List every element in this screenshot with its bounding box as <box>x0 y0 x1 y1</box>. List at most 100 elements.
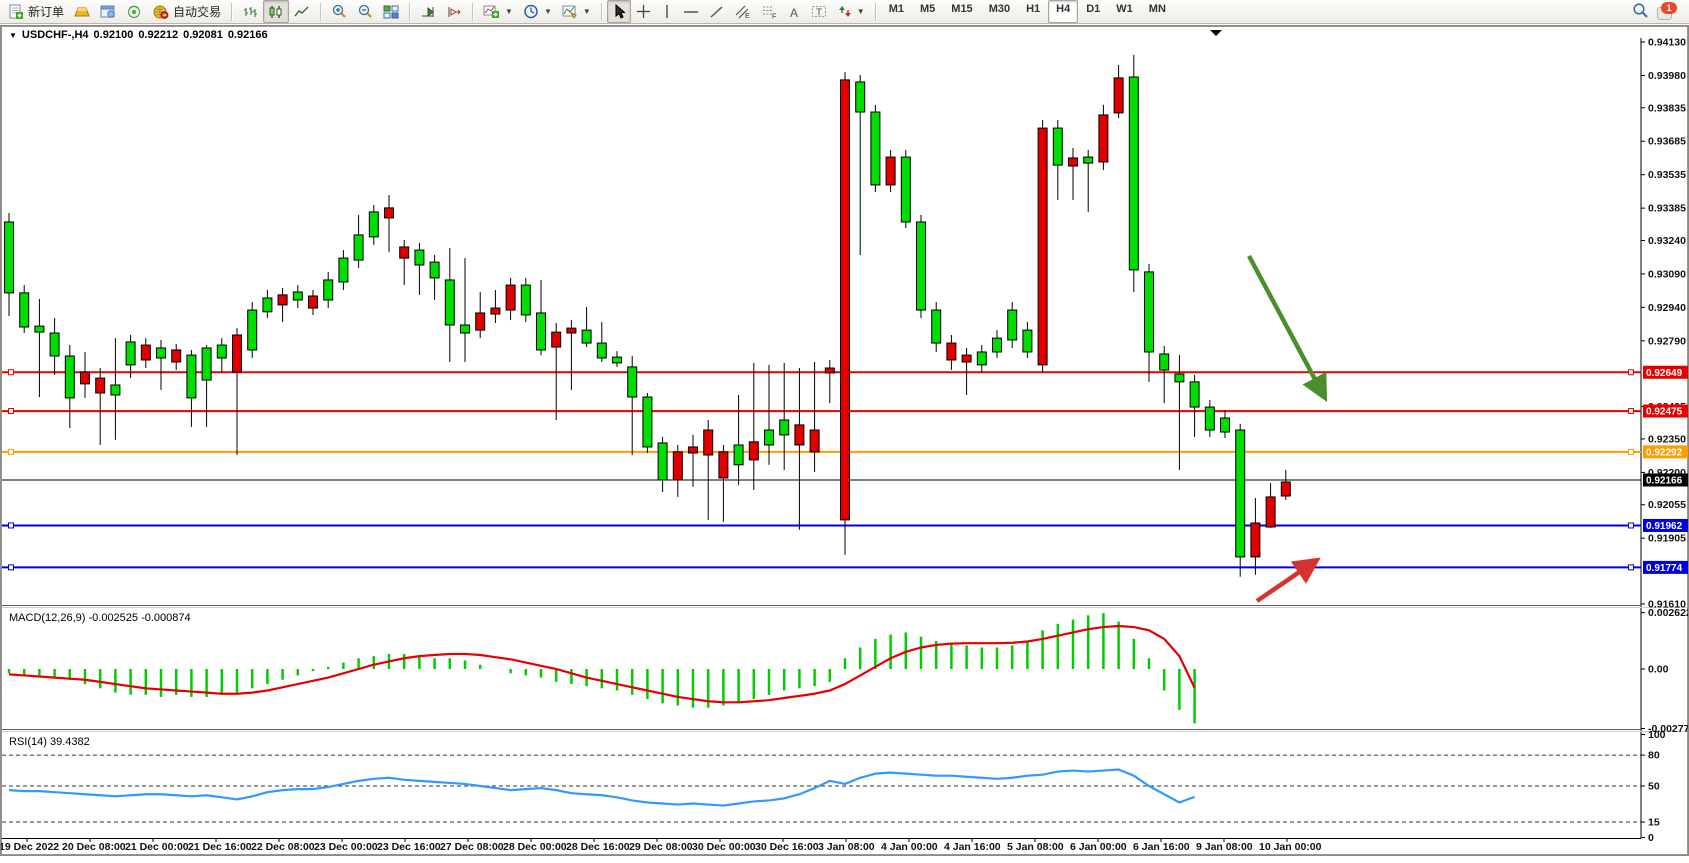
svg-text:4 Jan 16:00: 4 Jan 16:00 <box>944 841 1001 853</box>
svg-text:23 Dec 00:00: 23 Dec 00:00 <box>314 841 378 853</box>
text-icon: A <box>788 5 801 19</box>
toolbar-separator <box>409 3 410 21</box>
candle-chart-button[interactable] <box>263 0 289 23</box>
arrows-button[interactable]: ▼ <box>833 0 870 23</box>
svg-text:30 Dec 00:00: 30 Dec 00:00 <box>692 841 756 853</box>
svg-text:0.92292: 0.92292 <box>1646 447 1683 458</box>
svg-text:23 Dec 16:00: 23 Dec 16:00 <box>377 841 441 853</box>
cursor-button[interactable] <box>607 0 631 23</box>
chart-title: ▼ USDCHF-,H4 0.92100 0.92212 0.92081 0.9… <box>9 29 268 41</box>
rsi-indicator-label: RSI(14) 39.4382 <box>9 736 90 748</box>
svg-text:9 Jan 08:00: 9 Jan 08:00 <box>1196 841 1253 853</box>
vertical-line-icon <box>661 4 673 19</box>
ohlc-high: 0.92212 <box>138 29 178 41</box>
auto-scroll-button[interactable] <box>415 0 441 23</box>
toolbar-separator <box>472 3 473 21</box>
zoom-out-button[interactable] <box>352 0 378 23</box>
svg-text:0.92166: 0.92166 <box>1646 475 1683 486</box>
tile-windows-button[interactable] <box>378 0 404 23</box>
chevron-down-icon: ▼ <box>544 7 552 16</box>
rsi-name: RSI(14) <box>9 736 47 748</box>
svg-text:0.92790: 0.92790 <box>1648 335 1686 347</box>
signals-button[interactable] <box>121 0 147 23</box>
market-window-icon <box>100 5 116 19</box>
svg-text:T: T <box>816 8 822 19</box>
bar-chart-button[interactable] <box>237 0 263 23</box>
indicators-button[interactable]: ▼ <box>478 0 518 23</box>
clock-icon <box>523 4 539 19</box>
gold-bar-icon <box>74 5 90 19</box>
autotrade-button[interactable]: 自动交易 <box>147 0 226 23</box>
svg-text:19 Dec 2022: 19 Dec 2022 <box>1 841 59 853</box>
market-window-button[interactable] <box>95 0 121 23</box>
gold-bar-button[interactable] <box>69 0 95 23</box>
new-order-button[interactable]: 新订单 <box>3 0 69 23</box>
svg-text:0.93980: 0.93980 <box>1648 70 1686 82</box>
svg-text:0.92350: 0.92350 <box>1648 433 1686 445</box>
search-icon[interactable] <box>1632 2 1649 21</box>
horizontal-line-button[interactable] <box>678 0 704 23</box>
price-chart-canvas[interactable]: 0.941300.939800.938350.936850.935350.933… <box>1 26 1688 855</box>
fibonacci-icon: F <box>761 4 778 19</box>
vertical-line-button[interactable] <box>656 0 678 23</box>
timeframe-button-mn[interactable]: MN <box>1141 0 1174 23</box>
trendline-button[interactable] <box>704 0 729 23</box>
notification-count-badge: 1 <box>1661 2 1677 14</box>
svg-text:0.93090: 0.93090 <box>1648 268 1686 280</box>
svg-text:0.92940: 0.92940 <box>1648 302 1686 314</box>
svg-text:0.93535: 0.93535 <box>1648 169 1686 181</box>
timeframe-button-m5[interactable]: M5 <box>912 0 943 23</box>
cursor-icon <box>612 4 626 19</box>
svg-text:0.00: 0.00 <box>1648 664 1669 676</box>
timeframe-button-m30[interactable]: M30 <box>981 0 1018 23</box>
periods-button[interactable]: ▼ <box>518 0 557 23</box>
svg-text:0.93240: 0.93240 <box>1648 235 1686 247</box>
annotation-arrow <box>1249 256 1325 398</box>
toolbar-separator <box>875 3 876 21</box>
line-chart-button[interactable] <box>289 0 315 23</box>
templates-icon <box>562 4 578 19</box>
channel-button[interactable]: E <box>729 0 756 23</box>
timeframe-button-h1[interactable]: H1 <box>1018 0 1048 23</box>
svg-text:0.92475: 0.92475 <box>1646 407 1683 418</box>
crosshair-button[interactable] <box>631 0 656 23</box>
timeframe-button-d1[interactable]: D1 <box>1078 0 1108 23</box>
svg-text:29 Dec 08:00: 29 Dec 08:00 <box>629 841 693 853</box>
zoom-in-icon <box>331 4 347 19</box>
crosshair-icon <box>636 4 651 19</box>
trendline-icon <box>709 5 724 19</box>
svg-text:0.91905: 0.91905 <box>1648 533 1686 545</box>
timeframe-button-m15[interactable]: M15 <box>943 0 980 23</box>
timeframe-button-m1[interactable]: M1 <box>881 0 912 23</box>
timeframe-button-w1[interactable]: W1 <box>1108 0 1141 23</box>
annotation-arrow <box>1257 560 1317 601</box>
chevron-down-icon: ▼ <box>505 7 513 16</box>
svg-text:30 Dec 16:00: 30 Dec 16:00 <box>755 841 819 853</box>
chevron-down-icon: ▼ <box>583 7 591 16</box>
main-toolbar: 新订单 自动交易 <box>0 0 1689 24</box>
timeframe-button-h4[interactable]: H4 <box>1048 0 1078 23</box>
ohlc-low: 0.92081 <box>183 29 223 41</box>
chevron-down-icon[interactable]: ▼ <box>9 31 17 40</box>
templates-button[interactable]: ▼ <box>557 0 596 23</box>
chart-window[interactable]: ▼ USDCHF-,H4 0.92100 0.92212 0.92081 0.9… <box>0 25 1689 856</box>
zoom-in-button[interactable] <box>326 0 352 23</box>
tile-windows-icon <box>383 5 399 19</box>
channel-icon: E <box>734 4 751 19</box>
text-label-button[interactable]: T <box>806 0 833 23</box>
candle-chart-icon <box>268 5 284 19</box>
fibonacci-button[interactable]: F <box>756 0 783 23</box>
toolbar-separator <box>320 3 321 21</box>
svg-text:27 Dec 08:00: 27 Dec 08:00 <box>440 841 504 853</box>
notifications-button[interactable]: 1 <box>1657 4 1675 20</box>
svg-text:0.93685: 0.93685 <box>1648 136 1686 148</box>
svg-text:0.92055: 0.92055 <box>1648 499 1686 511</box>
signals-icon <box>126 5 142 19</box>
zoom-out-icon <box>357 4 373 19</box>
autotrade-label: 自动交易 <box>173 3 221 20</box>
text-button[interactable]: A <box>783 0 806 23</box>
svg-text:3 Jan 08:00: 3 Jan 08:00 <box>818 841 875 853</box>
svg-text:0.91962: 0.91962 <box>1646 521 1683 532</box>
symbol-period-label: USDCHF-,H4 <box>22 29 89 41</box>
chart-shift-button[interactable] <box>441 0 467 23</box>
